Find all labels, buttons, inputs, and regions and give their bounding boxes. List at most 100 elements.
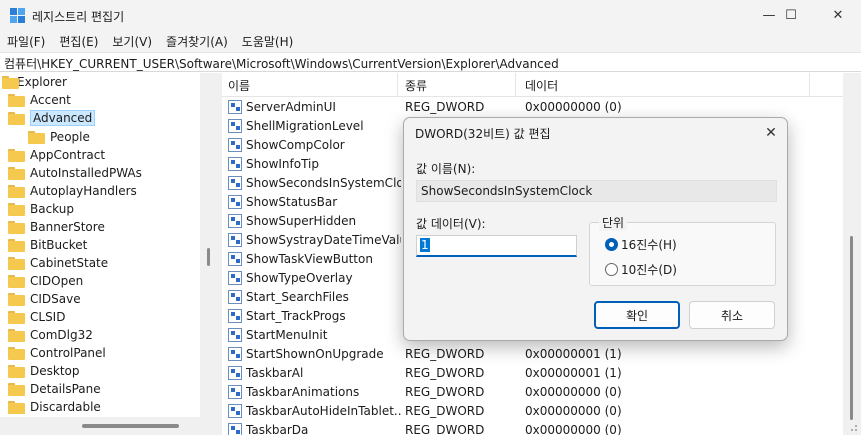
folder-icon (8, 93, 25, 107)
close-button[interactable]: ✕ (815, 0, 861, 30)
menu-view[interactable]: 보기(V) (105, 30, 159, 52)
tree-item[interactable]: AppContract (8, 146, 105, 164)
tree-item[interactable]: CIDSave (8, 290, 81, 308)
dialog-title: DWORD(32비트) 값 편집 (415, 127, 551, 141)
dword-value-icon (228, 309, 242, 323)
folder-icon (8, 364, 25, 378)
regedit-app-icon (10, 8, 26, 24)
menu-edit[interactable]: 편집(E) (52, 30, 105, 52)
column-divider[interactable] (809, 73, 810, 97)
folder-icon (8, 292, 25, 306)
value-data-label: 값 데이터(V): (416, 217, 486, 231)
dword-value-icon (228, 252, 242, 266)
tree-item[interactable]: Desktop (8, 362, 80, 380)
tree-item[interactable]: BitBucket (8, 236, 87, 254)
value-name-label: 값 이름(N): (416, 162, 476, 176)
column-divider[interactable] (397, 73, 398, 97)
dword-value-icon (228, 214, 242, 228)
column-name-header[interactable]: 이름 (222, 77, 250, 94)
key-tree: Explorer Accent Advanced People AppContr… (0, 73, 218, 435)
folder-icon (8, 166, 25, 180)
maximize-button[interactable]: ☐ (768, 0, 814, 30)
folder-icon (8, 256, 25, 270)
folder-icon (8, 346, 25, 360)
title-bar: 레지스트리 편집기 — ☐ ✕ (0, 0, 861, 30)
dword-value-icon (228, 404, 242, 418)
dialog-close-button[interactable]: ✕ (756, 120, 786, 146)
tree-horizontal-scrollbar[interactable] (0, 417, 218, 435)
dword-value-icon (228, 366, 242, 380)
resize-grip-icon[interactable] (846, 420, 858, 432)
menu-help[interactable]: 도움말(H) (235, 30, 301, 52)
folder-icon (8, 202, 25, 216)
table-row[interactable]: TaskbarDa REG_DWORD 0x00000000 (0) (222, 421, 842, 435)
tree-item[interactable]: CLSID (8, 308, 65, 326)
folder-icon (8, 220, 25, 234)
radix-group-label: 단위 (599, 214, 628, 231)
window-title: 레지스트리 편집기 (32, 10, 125, 24)
dword-value-icon (228, 176, 242, 190)
table-row[interactable]: ServerAdminUI REG_DWORD 0x00000000 (0) (222, 98, 842, 117)
table-row[interactable]: StartShownOnUpgrade REG_DWORD 0x00000001 (… (222, 345, 842, 364)
value-name-field: ShowSecondsInSystemClock (416, 180, 777, 202)
radix-decimal-radio[interactable]: 10진수(D) (605, 261, 677, 278)
column-divider[interactable] (515, 73, 516, 97)
dword-value-icon (228, 271, 242, 285)
folder-icon (28, 130, 45, 144)
folder-icon (8, 328, 25, 342)
dword-value-icon (228, 385, 242, 399)
tree-item[interactable]: DetailsPane (8, 380, 101, 398)
column-type-header[interactable]: 종류 (399, 77, 427, 94)
menu-favorites[interactable]: 즐겨찾기(A) (159, 30, 235, 52)
scroll-thumb[interactable] (207, 248, 210, 266)
dword-value-icon (228, 347, 242, 361)
menu-file[interactable]: 파일(F) (0, 30, 52, 52)
list-header: 이름 종류 데이터 (222, 73, 861, 97)
tree-item[interactable]: CIDOpen (8, 272, 83, 290)
dword-value-icon (228, 119, 242, 133)
column-data-header[interactable]: 데이터 (519, 77, 558, 94)
tree-item[interactable]: CabinetState (8, 254, 108, 272)
cancel-button[interactable]: 취소 (689, 301, 775, 329)
table-row[interactable]: TaskbarAnimations REG_DWORD 0x00000000 (0) (222, 383, 842, 402)
folder-icon (8, 310, 25, 324)
tree-item-explorer[interactable]: Explorer (2, 73, 67, 91)
edit-dword-dialog: DWORD(32비트) 값 편집 ✕ 값 이름(N): ShowSecondsI… (403, 117, 788, 341)
tree-item[interactable]: ControlPanel (8, 344, 106, 362)
dword-value-icon (228, 328, 242, 342)
menu-bar: 파일(F) 편집(E) 보기(V) 즐겨찾기(A) 도움말(H) (0, 30, 861, 52)
tree-item[interactable]: AutoplayHandlers (8, 182, 137, 200)
tree-item[interactable]: People (28, 128, 90, 146)
value-data-input[interactable]: 1 (416, 235, 577, 257)
tree-item-advanced[interactable]: Advanced (8, 109, 96, 127)
table-row[interactable]: TaskbarAutoHideInTablet... REG_DWORD 0x000… (222, 402, 842, 421)
folder-icon (8, 400, 25, 414)
folder-icon (8, 148, 25, 162)
tree-item[interactable]: AutoInstalledPWAs (8, 164, 142, 182)
list-vertical-scrollbar[interactable] (843, 73, 861, 435)
dword-value-icon (228, 195, 242, 209)
folder-open-icon (8, 111, 25, 125)
folder-icon (8, 382, 25, 396)
tree-item[interactable]: BannerStore (8, 218, 105, 236)
tree-item[interactable]: ComDlg32 (8, 326, 93, 344)
tree-item[interactable]: Discardable (8, 398, 101, 416)
dword-value-icon (228, 233, 242, 247)
dword-value-icon (228, 290, 242, 304)
scroll-thumb[interactable] (850, 236, 853, 420)
tree-vertical-scrollbar[interactable] (200, 73, 218, 417)
folder-icon (2, 75, 19, 89)
address-bar[interactable]: 컴퓨터\HKEY_CURRENT_USER\Software\Microsoft… (0, 52, 861, 72)
folder-icon (8, 274, 25, 288)
dword-value-icon (228, 100, 242, 114)
dword-value-icon (228, 157, 242, 171)
tree-item[interactable]: Accent (8, 91, 71, 109)
scroll-thumb[interactable] (82, 424, 179, 428)
dword-value-icon (228, 138, 242, 152)
ok-button[interactable]: 확인 (594, 301, 680, 329)
folder-icon (8, 238, 25, 252)
tree-item[interactable]: Backup (8, 200, 74, 218)
radio-checked-icon (605, 238, 618, 251)
table-row[interactable]: TaskbarAl REG_DWORD 0x00000001 (1) (222, 364, 842, 383)
radix-hex-radio[interactable]: 16진수(H) (605, 236, 677, 253)
